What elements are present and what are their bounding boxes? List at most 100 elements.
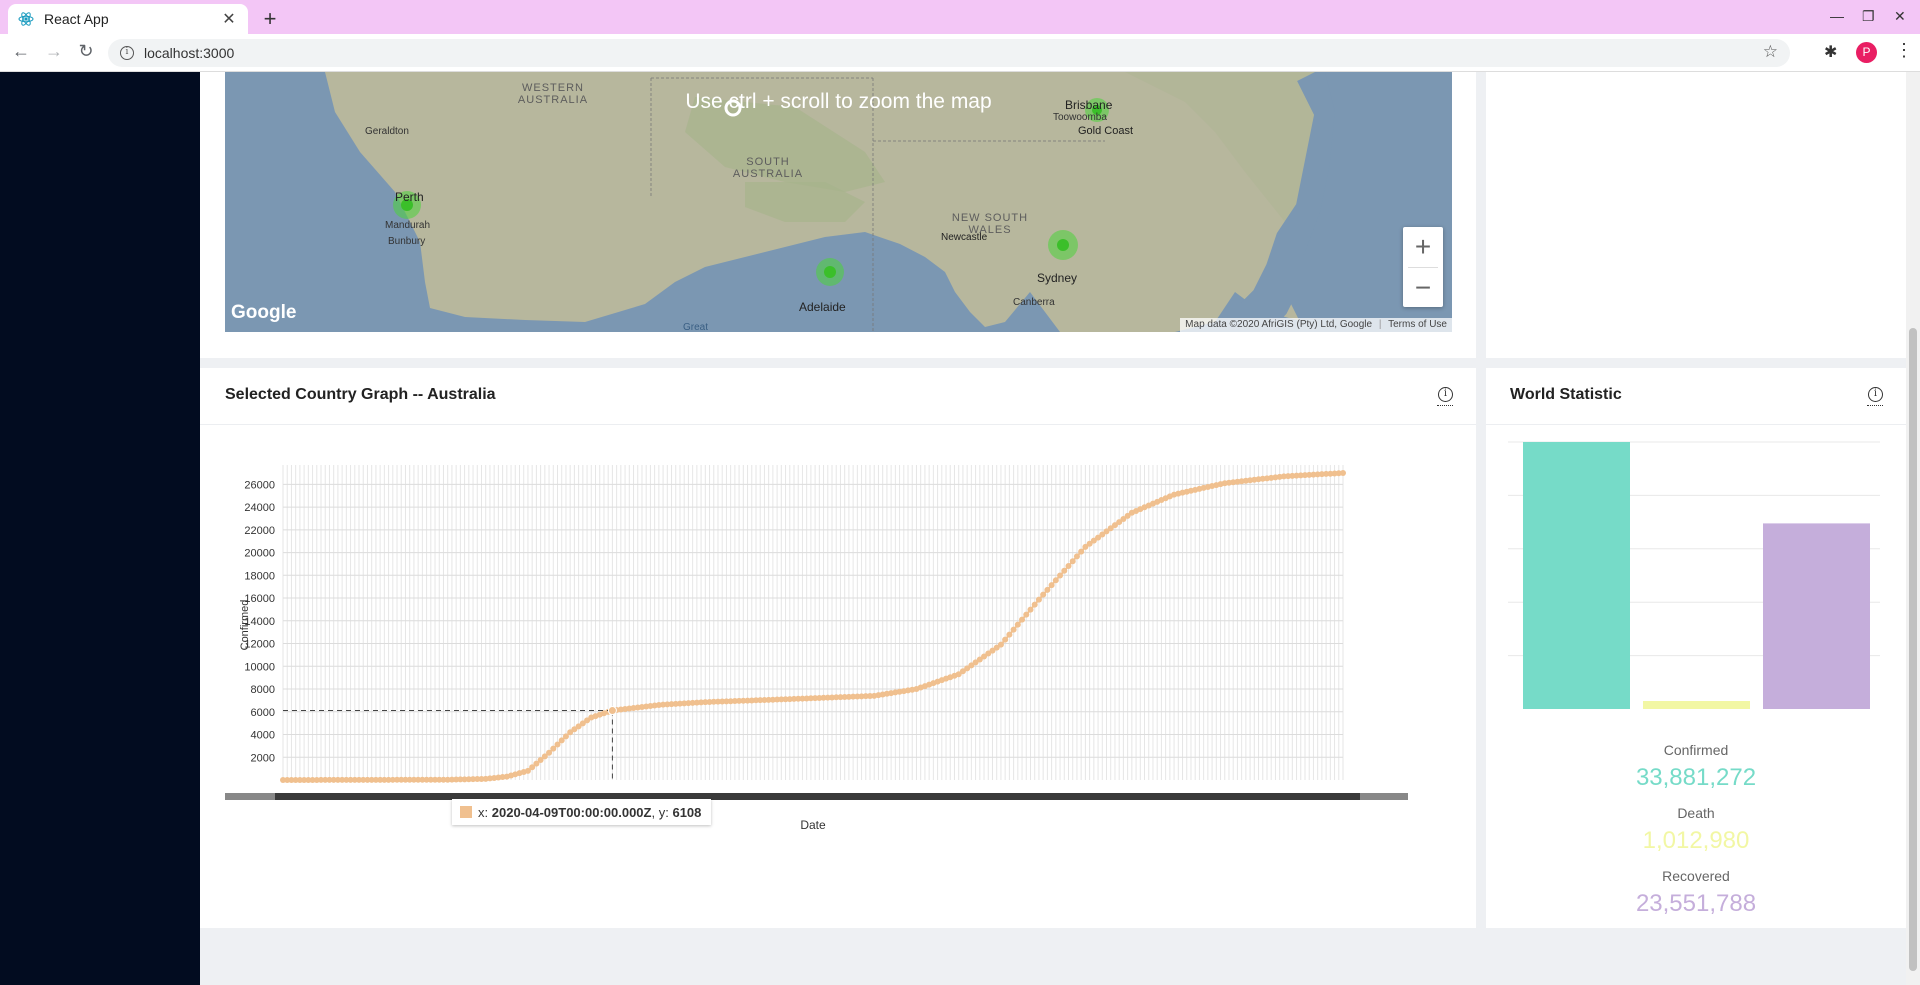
y-tick-label: 4000	[251, 730, 275, 742]
data-point	[1078, 548, 1085, 555]
address-bar[interactable]: i localhost:3000 ☆	[108, 39, 1790, 67]
map-label-sydney: Sydney	[1037, 271, 1078, 285]
data-point	[1073, 553, 1080, 560]
data-point	[1019, 616, 1026, 623]
recovered-value: 23,551,788	[1635, 890, 1757, 917]
data-point	[997, 641, 1004, 648]
y-tick-label: 22000	[244, 525, 275, 537]
minimize-icon[interactable]: —	[1830, 8, 1844, 24]
data-point	[1035, 596, 1042, 603]
data-point	[1031, 601, 1038, 608]
url-text: localhost:3000	[144, 45, 235, 61]
map[interactable]: WESTERN AUSTRALIA SOUTH AUSTRALIA NEW SO…	[225, 72, 1452, 332]
profile-avatar[interactable]: P	[1856, 42, 1877, 63]
graph-card-header: Selected Country Graph -- Australia i	[200, 368, 1476, 425]
info-icon[interactable]: i	[1867, 387, 1883, 406]
map-data-text[interactable]: Map data ©2020 AfriGIS (Pty) Ltd, Google	[1185, 319, 1372, 330]
series-line-confirmed	[283, 472, 1344, 781]
data-point	[1027, 606, 1034, 613]
y-tick-label: 26000	[244, 479, 275, 491]
chart-grid	[282, 465, 1344, 780]
data-point	[1006, 631, 1013, 638]
window-close-icon[interactable]: ✕	[1894, 8, 1906, 25]
map-label-south-australia: SOUTH AUSTRALIA	[732, 156, 804, 180]
y-tick-label: 8000	[251, 684, 275, 696]
x-axis-label: Date	[800, 818, 826, 832]
data-point	[1014, 621, 1021, 628]
tooltip-y-label: y:	[658, 804, 669, 820]
zoom-out-button[interactable]: −	[1403, 268, 1443, 308]
brush-track	[225, 793, 1408, 800]
map-label-perth: Perth	[395, 190, 424, 204]
bookmark-star-icon[interactable]: ☆	[1763, 42, 1778, 62]
bar-death	[1643, 701, 1750, 709]
info-icon[interactable]: i	[1437, 387, 1453, 406]
data-point	[1052, 577, 1059, 584]
confirmed-label: Confirmed	[1663, 742, 1729, 758]
map-label-canberra: Canberra	[1013, 297, 1055, 308]
close-tab-icon[interactable]: ✕	[220, 9, 238, 29]
map-attribution: Map data ©2020 AfriGIS (Pty) Ltd, Google…	[1180, 318, 1452, 332]
map-label-mandurah: Mandurah	[385, 220, 431, 231]
tooltip-swatch	[460, 806, 472, 818]
y-tick-label: 10000	[244, 661, 275, 673]
brush-handle-left	[225, 793, 275, 800]
confirmed-value: 33,881,272	[1635, 764, 1757, 791]
data-point	[1069, 558, 1076, 565]
death-value: 1,012,980	[1642, 827, 1750, 854]
right-top-card	[1486, 72, 1906, 358]
app-viewport: WESTERN AUSTRALIA SOUTH AUSTRALIA NEW SO…	[0, 72, 1920, 985]
map-label-adelaide: Adelaide	[799, 300, 846, 314]
data-point	[1340, 469, 1346, 476]
brush-handle-right	[1360, 793, 1408, 800]
zoom-in-button[interactable]: +	[1403, 227, 1443, 267]
confirmed-line-chart[interactable]: 2000400060008000100001200014000160001800…	[200, 425, 1476, 928]
death-label: Death	[1677, 805, 1715, 821]
y-axis-label: Confirmed	[239, 600, 251, 651]
bar-confirmed	[1523, 442, 1630, 709]
data-point	[1065, 562, 1072, 569]
chart-tooltip: x: 2020-04-09T00:00:00.000Z, y: 6108	[452, 799, 712, 825]
tab-title: React App	[44, 11, 109, 27]
highlighted-point	[607, 706, 617, 716]
page-scrollbar[interactable]	[1906, 72, 1920, 985]
map-zoom-hint: Use ctrl + scroll to zoom the map	[685, 90, 992, 113]
y-tick-label: 20000	[244, 548, 275, 560]
series-points	[280, 469, 1346, 783]
new-tab-icon[interactable]: +	[258, 6, 282, 32]
stat-title: World Statistic	[1510, 386, 1622, 403]
y-tick-label: 18000	[244, 570, 275, 582]
browser-tab-bar: React App ✕ + — ❐ ✕	[0, 0, 1920, 34]
restore-icon[interactable]: ❐	[1862, 8, 1875, 25]
bar-recovered	[1763, 523, 1870, 709]
terms-of-use-link[interactable]: Terms of Use	[1388, 319, 1447, 330]
back-icon[interactable]: ←	[9, 41, 33, 62]
reload-icon[interactable]: ↻	[74, 41, 98, 62]
map-label-gold-coast: Gold Coast	[1078, 125, 1134, 137]
more-menu-icon[interactable]: ⋮	[1895, 40, 1913, 61]
map-label-great: Great	[683, 322, 709, 332]
map-label-geraldton: Geraldton	[365, 126, 409, 137]
data-point	[1010, 626, 1017, 633]
tooltip-x-value: 2020-04-09T00:00:00.000Z	[491, 804, 652, 820]
y-tick-label: 6000	[251, 707, 275, 719]
world-statistic-card: World Statistic i Confirmed 33,881,272 D…	[1486, 368, 1906, 928]
sidebar	[0, 72, 200, 985]
y-tick-label: 2000	[251, 752, 275, 764]
site-info-icon[interactable]: i	[120, 46, 134, 60]
stat-card-header: World Statistic i	[1486, 368, 1906, 425]
data-point	[1023, 611, 1030, 618]
extensions-icon[interactable]: ✱	[1824, 42, 1837, 62]
google-logo: Google	[231, 302, 297, 323]
data-point	[1048, 582, 1055, 589]
forward-icon[interactable]: →	[42, 41, 66, 62]
scrollbar-thumb[interactable]	[1909, 328, 1917, 971]
browser-toolbar: ← → ↻ i localhost:3000 ☆ ✱ P ⋮	[0, 34, 1920, 72]
data-point	[1044, 586, 1051, 593]
world-bar-chart[interactable]	[1486, 425, 1906, 725]
recovered-label: Recovered	[1662, 868, 1730, 884]
map-label-newcastle: Newcastle	[941, 232, 988, 243]
data-point	[1061, 567, 1068, 574]
map-zoom-controls: + −	[1403, 227, 1443, 307]
browser-tab[interactable]: React App ✕	[8, 4, 248, 34]
